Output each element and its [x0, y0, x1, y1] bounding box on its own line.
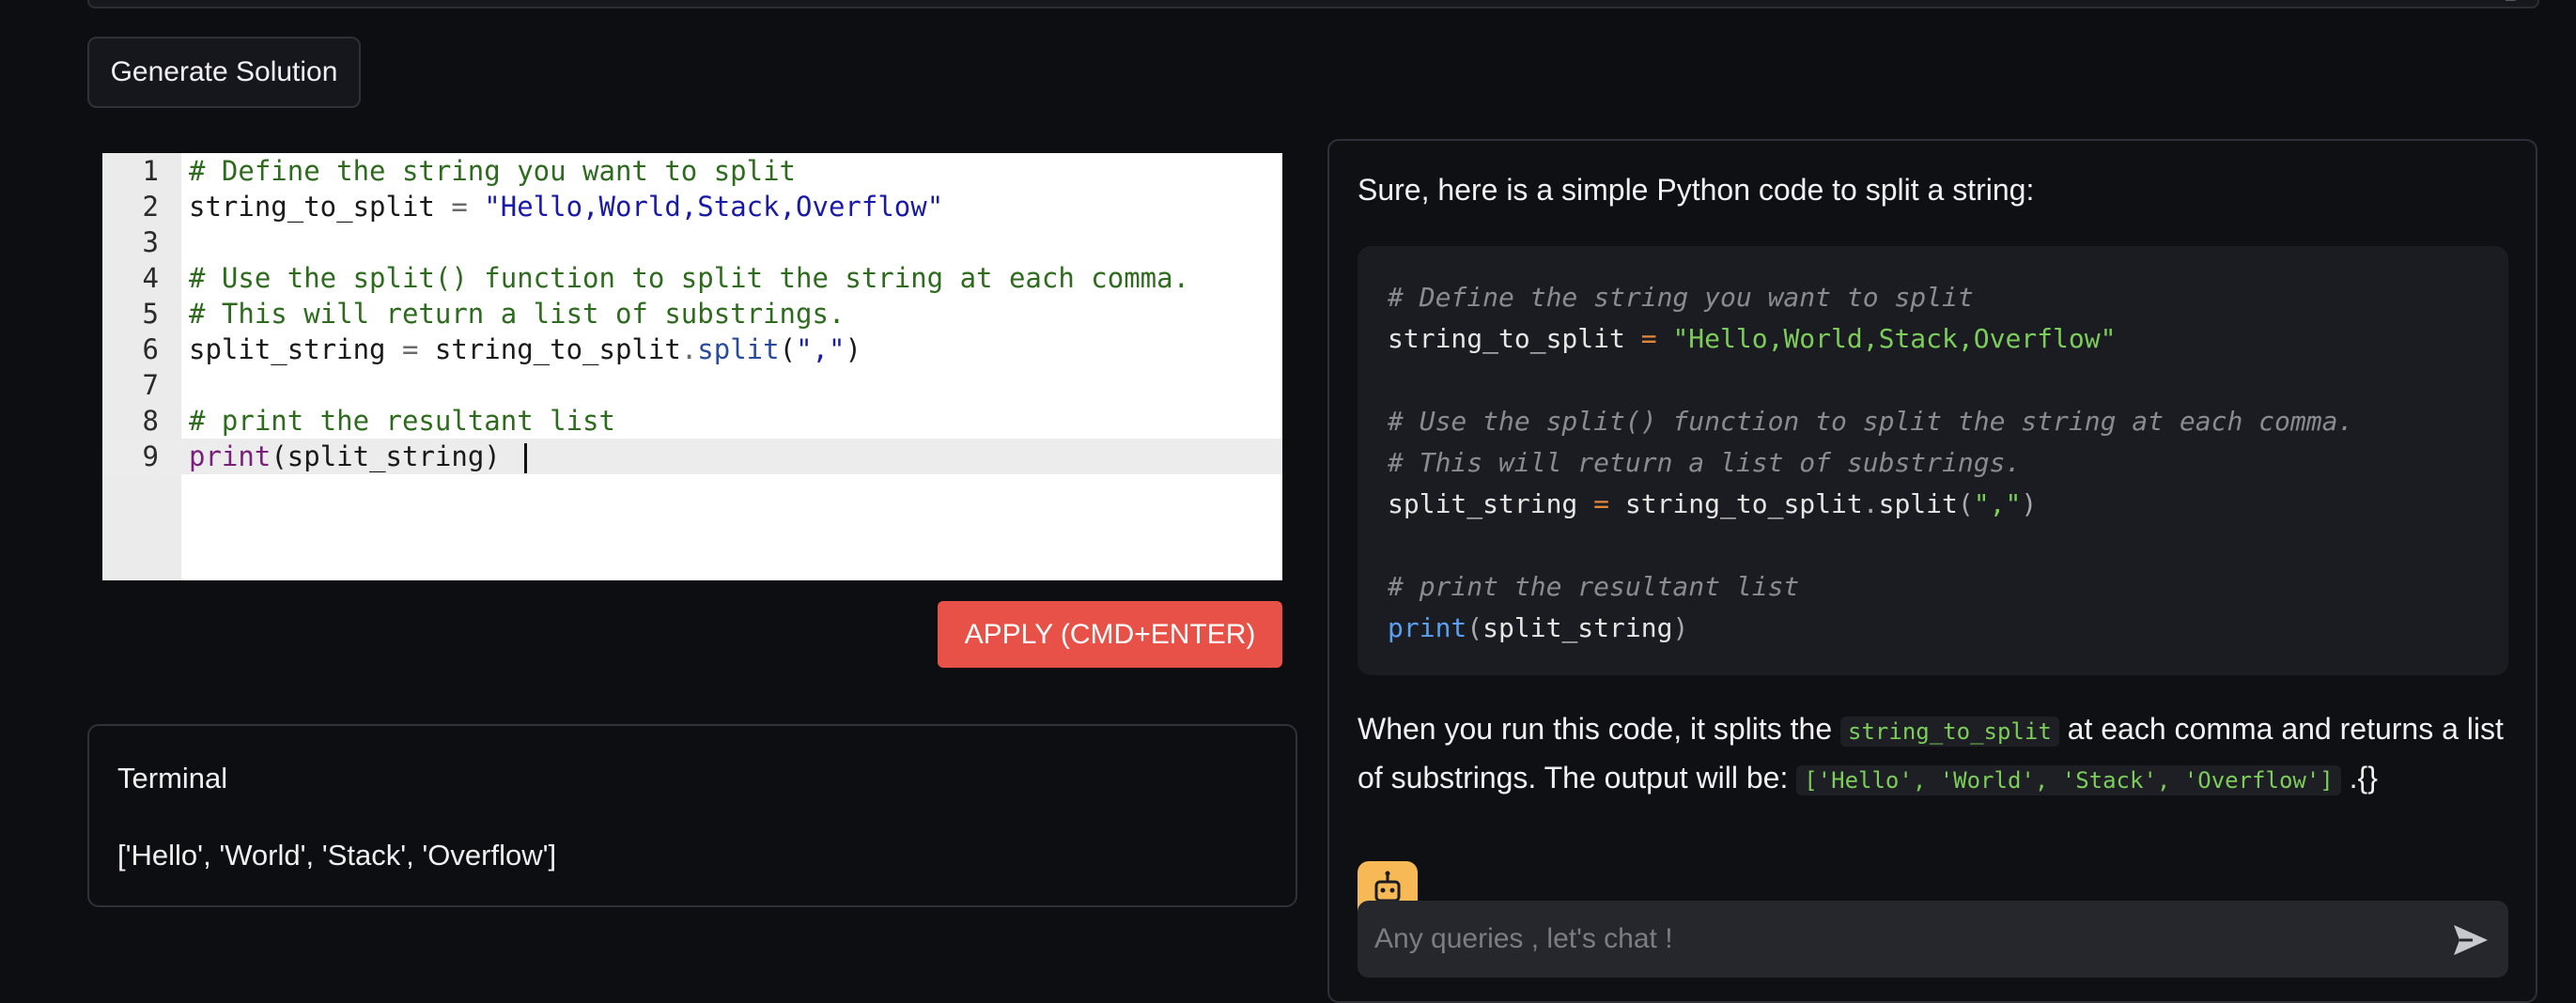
editor-line[interactable]: 9 print(split_string) [102, 439, 1282, 474]
editor-line[interactable]: 1 # Define the string you want to split [102, 153, 1282, 189]
explanation-text-3: .{} [2340, 761, 2378, 795]
chat-code-line: print(split_string) [1388, 612, 1689, 643]
chat-code-line [1388, 525, 2353, 566]
editor-line[interactable]: 3 [102, 224, 1282, 260]
editor-lines: 1 # Define the string you want to split 2 s… [102, 153, 1282, 474]
code-editor[interactable]: 1 # Define the string you want to split 2 s… [102, 153, 1282, 580]
editor-line[interactable]: 4 # Use the split() function to split the… [102, 260, 1282, 296]
line-number: 6 [142, 333, 159, 365]
editor-line-text: string_to_split = "Hello,World,Stack,Ove… [189, 191, 944, 223]
line-number: 1 [142, 155, 159, 187]
chat-panel: Sure, here is a simple Python code to sp… [1327, 139, 2537, 1003]
generate-solution-button[interactable]: Generate Solution [87, 37, 361, 108]
chat-code-line: # This will return a list of substrings. [1388, 447, 2022, 478]
terminal-panel: Terminal ['Hello', 'World', 'Stack', 'Ov… [87, 724, 1297, 907]
terminal-title: Terminal [117, 762, 228, 795]
chat-code-line: string_to_split = "Hello,World,Stack,Ove… [1388, 323, 2117, 354]
line-number: 5 [142, 298, 159, 330]
editor-line-text: # Use the split() function to split the … [189, 262, 1190, 294]
chat-code-line: # Use the split() function to split the … [1388, 406, 2354, 437]
line-number: 8 [142, 405, 159, 437]
line-number: 2 [142, 191, 159, 223]
chat-input[interactable]: Any queries , let's chat ! [1358, 901, 2508, 978]
resize-handle-icon[interactable] [2506, 0, 2521, 1]
editor-line[interactable]: 2 string_to_split = "Hello,World,Stack,Ov… [102, 189, 1282, 224]
chat-code-line: split_string = string_to_split.split(","… [1388, 488, 2038, 519]
line-number: 7 [142, 369, 159, 401]
editor-line[interactable]: 5 # This will return a list of substrings… [102, 296, 1282, 332]
explanation-text-1: When you run this code, it splits the [1358, 712, 1841, 746]
chat-code-line: # Define the string you want to split [1388, 282, 1974, 313]
apply-button[interactable]: APPLY (CMD+ENTER) [938, 601, 1282, 668]
terminal-output: ['Hello', 'World', 'Stack', 'Overflow'] [117, 839, 557, 872]
editor-line[interactable]: 8 # print the resultant list [102, 403, 1282, 439]
editor-line-text: # Define the string you want to split [189, 155, 797, 187]
chat-intro-text: Sure, here is a simple Python code to sp… [1358, 173, 2035, 207]
send-icon[interactable] [2452, 923, 2490, 957]
chat-code-block: # Define the string you want to split str… [1358, 246, 2508, 675]
editor-line-text: # This will return a list of substrings. [189, 298, 846, 330]
text-cursor [524, 443, 528, 473]
editor-line[interactable]: 6 split_string = string_to_split.split(",… [102, 332, 1282, 367]
line-number: 9 [142, 440, 159, 472]
chat-explanation: When you run this code, it splits the st… [1358, 706, 2513, 804]
line-number: 3 [142, 226, 159, 258]
chat-input-placeholder: Any queries , let's chat ! [1374, 923, 1673, 954]
editor-line-text: split_string = string_to_split.split(","… [189, 333, 861, 365]
chat-code-line [1388, 360, 2353, 401]
inline-code-var: string_to_split [1840, 717, 2059, 747]
top-query-input[interactable] [87, 0, 2539, 8]
editor-line-text: print(split_string) [189, 439, 528, 474]
chat-code-line: # print the resultant list [1388, 571, 1800, 602]
editor-line[interactable]: 7 [102, 367, 1282, 403]
inline-code-output: ['Hello', 'World', 'Stack', 'Overflow'] [1796, 765, 2341, 795]
editor-line-text: # print the resultant list [189, 405, 615, 437]
line-number: 4 [142, 262, 159, 294]
